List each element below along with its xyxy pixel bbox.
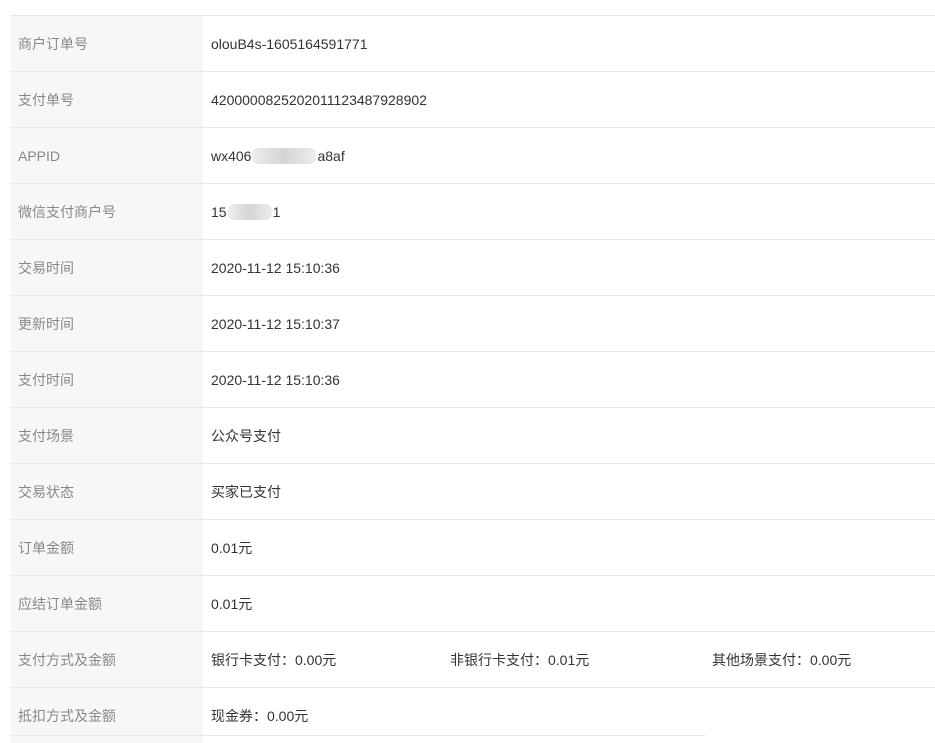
row-value-appid: wx406 a8af bbox=[203, 128, 935, 183]
row-label-payment-methods: 支付方式及金额 bbox=[10, 632, 203, 687]
row-value-payment-no: 4200000825202011123487928902 bbox=[211, 91, 427, 108]
row-label-pay-time: 支付时间 bbox=[10, 352, 203, 407]
table-bottom-divider bbox=[10, 735, 705, 736]
row-label-appid: APPID bbox=[10, 128, 203, 183]
table-row: 交易状态 买家已支付 bbox=[10, 464, 935, 520]
appid-prefix: wx406 bbox=[211, 147, 252, 164]
row-value-order-amount: 0.01元 bbox=[211, 539, 253, 556]
row-value-update-time: 2020-11-12 15:10:37 bbox=[211, 315, 340, 332]
table-row: 更新时间 2020-11-12 15:10:37 bbox=[10, 296, 935, 352]
non-bank-card-payment: 非银行卡支付：0.01元 bbox=[450, 651, 590, 668]
row-value-trade-time: 2020-11-12 15:10:36 bbox=[211, 259, 340, 276]
table-row: 支付场景 公众号支付 bbox=[10, 408, 935, 464]
order-detail-table: 商户订单号 olouB4s-1605164591771 支付单号 4200000… bbox=[10, 15, 935, 743]
row-label-pay-scene: 支付场景 bbox=[10, 408, 203, 463]
row-value-settlement-amount: 0.01元 bbox=[211, 595, 253, 612]
table-row: 交易时间 2020-11-12 15:10:36 bbox=[10, 240, 935, 296]
table-row: 商户订单号 olouB4s-1605164591771 bbox=[10, 16, 935, 72]
table-row: 支付方式及金额 银行卡支付：0.00元 非银行卡支付：0.01元 其他场景支付：… bbox=[10, 632, 935, 688]
row-value-trade-status: 买家已支付 bbox=[211, 483, 281, 500]
table-row: 支付单号 4200000825202011123487928902 bbox=[10, 72, 935, 128]
row-value-wechat-merchant-id: 15 1 bbox=[203, 184, 935, 239]
row-label-merchant-order-no: 商户订单号 bbox=[10, 16, 203, 71]
merchant-id-prefix: 15 bbox=[211, 203, 227, 220]
redaction-blur bbox=[252, 147, 317, 164]
row-value-payment-methods: 银行卡支付：0.00元 非银行卡支付：0.01元 其他场景支付：0.00元 bbox=[203, 632, 935, 687]
table-row: 订单金额 0.01元 bbox=[10, 520, 935, 576]
table-row: APPID wx406 a8af bbox=[10, 128, 935, 184]
row-label-trade-time: 交易时间 bbox=[10, 240, 203, 295]
row-value-merchant-order-no: olouB4s-1605164591771 bbox=[211, 35, 368, 52]
other-scene-payment: 其他场景支付：0.00元 bbox=[712, 651, 852, 668]
row-value-pay-scene: 公众号支付 bbox=[211, 427, 281, 444]
row-label-order-amount: 订单金额 bbox=[10, 520, 203, 575]
row-label-trade-status: 交易状态 bbox=[10, 464, 203, 519]
table-row: 支付时间 2020-11-12 15:10:36 bbox=[10, 352, 935, 408]
row-label-settlement-amount: 应结订单金额 bbox=[10, 576, 203, 631]
row-label-wechat-merchant-id: 微信支付商户号 bbox=[10, 184, 203, 239]
table-row: 应结订单金额 0.01元 bbox=[10, 576, 935, 632]
table-row: 微信支付商户号 15 1 bbox=[10, 184, 935, 240]
row-label-payment-no: 支付单号 bbox=[10, 72, 203, 127]
bank-card-payment: 银行卡支付：0.00元 bbox=[211, 651, 337, 668]
redaction-blur bbox=[227, 203, 272, 220]
appid-suffix: a8af bbox=[317, 147, 345, 164]
row-value-pay-time: 2020-11-12 15:10:36 bbox=[211, 371, 340, 388]
merchant-id-suffix: 1 bbox=[272, 203, 281, 220]
row-label-update-time: 更新时间 bbox=[10, 296, 203, 351]
